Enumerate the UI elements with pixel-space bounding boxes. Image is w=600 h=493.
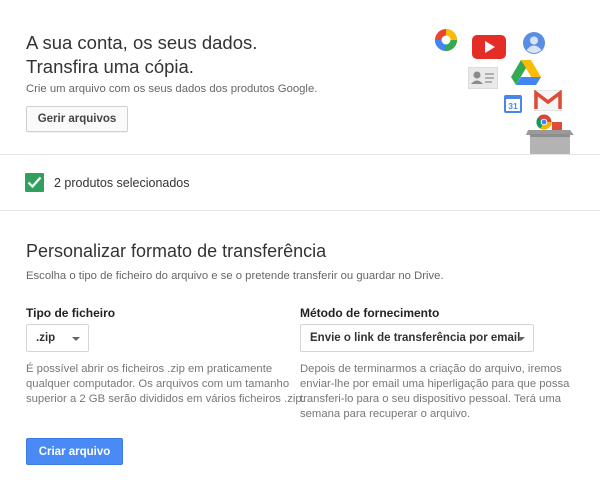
delivery-note-line: semana para recuperar o arquivo.	[300, 408, 471, 420]
products-selected-label: 2 produtos selecionados	[54, 176, 190, 190]
page-subtitle: Crie um arquivo com os seus dados dos pr…	[26, 83, 318, 95]
header-section: A sua conta, os seus dados. Transfira um…	[0, 0, 600, 154]
file-type-note-line: qualquer computador. Os arquivos com um …	[26, 378, 290, 390]
delivery-method-value: Envie o link de transferência por email	[310, 332, 521, 344]
delivery-note-line: transferi-lo para o seu dispositivo pess…	[300, 393, 562, 405]
file-type-select[interactable]: .zip	[26, 324, 89, 352]
products-selected-checkbox[interactable]	[25, 173, 44, 192]
section-description: Escolha o tipo de ficheiro do arquivo e …	[26, 270, 444, 282]
product-icons-cluster: 31	[430, 20, 600, 154]
page-title-line2: Transfira uma cópia.	[26, 56, 194, 77]
divider-middle	[0, 210, 600, 211]
page-title-line1: A sua conta, os seus dados.	[26, 32, 258, 53]
gmail-icon	[533, 89, 563, 116]
delivery-note-line: Depois de terminarmos a criação do arqui…	[300, 363, 562, 375]
delivery-method-label: Método de fornecimento	[300, 306, 440, 320]
chevron-down-icon	[517, 337, 525, 341]
manage-archives-button[interactable]: Gerir arquivos	[26, 106, 128, 132]
picasa-icon	[434, 28, 458, 57]
chevron-down-icon	[72, 337, 80, 341]
contacts-icon	[467, 66, 499, 94]
section-title: Personalizar formato de transferência	[26, 241, 327, 261]
file-type-note: É possível abrir os ficheiros .zip em pr…	[26, 362, 305, 407]
file-type-value: .zip	[36, 332, 56, 344]
file-type-note-line: É possível abrir os ficheiros .zip em pr…	[26, 363, 273, 375]
calendar-icon: 31	[504, 95, 522, 118]
delivery-method-note: Depois de terminarmos a criação do arqui…	[300, 362, 569, 422]
delivery-method-select[interactable]: Envie o link de transferência por email	[300, 324, 534, 352]
check-icon	[27, 176, 42, 189]
youtube-icon	[472, 35, 506, 64]
delivery-note-line: enviar-lhe por email uma hiperligação pa…	[300, 378, 570, 390]
create-archive-button[interactable]: Criar arquivo	[26, 438, 123, 465]
calendar-day-text: 31	[508, 101, 518, 111]
page-title: A sua conta, os seus dados. Transfira um…	[26, 31, 257, 79]
file-type-note-line: superior a 2 GB serão divididos em vário…	[26, 393, 305, 405]
drive-icon	[511, 59, 541, 90]
file-type-label: Tipo de ficheiro	[26, 306, 116, 320]
profile-icon	[523, 32, 545, 59]
